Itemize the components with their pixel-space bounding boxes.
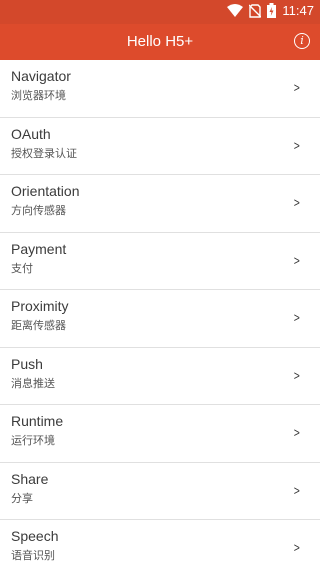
list-item[interactable]: Speech 语音识别 > (0, 520, 320, 570)
list-item-subtitle: 分享 (11, 492, 33, 505)
list-item[interactable]: Push 消息推送 > (0, 347, 320, 405)
list-item-title: Speech (11, 528, 59, 544)
chevron-right-icon: > (294, 80, 301, 95)
list-item-subtitle: 支付 (11, 262, 33, 275)
chevron-right-icon: > (294, 540, 301, 555)
list-item-subtitle: 距离传感器 (11, 320, 66, 332)
chevron-right-icon: > (294, 252, 301, 268)
list-item-subtitle: 授权登录认证 (11, 147, 77, 160)
list-item-title: Navigator (11, 68, 71, 84)
no-sim-icon (249, 3, 262, 18)
list-item-title: OAuth (11, 125, 51, 142)
list-item-title: Push (11, 355, 43, 372)
list-item-title: Share (11, 470, 49, 487)
list-item-subtitle: 浏览器环境 (11, 90, 66, 102)
list-item-title: Orientation (11, 183, 80, 199)
list-item[interactable]: Payment 支付 > (0, 232, 320, 290)
status-icons: 11:47 (227, 3, 314, 18)
list-item[interactable]: Proximity 距离传感器 > (0, 290, 320, 348)
app-header: Hello H5+ i (0, 24, 320, 60)
page-title: Hello H5+ (126, 33, 194, 50)
list-item-subtitle: 消息推送 (11, 377, 55, 390)
chevron-right-icon: > (294, 310, 301, 325)
list-item-title: Proximity (11, 298, 69, 314)
list-item[interactable]: Navigator 浏览器环境 > (0, 60, 320, 118)
list-item[interactable]: Runtime 运行环境 > (0, 405, 320, 463)
list-item[interactable]: OAuth 授权登录认证 > (0, 117, 320, 175)
chevron-right-icon: > (294, 482, 301, 498)
chevron-right-icon: > (294, 137, 301, 153)
battery-charging-icon (267, 3, 277, 18)
list-item-subtitle: 语音识别 (11, 550, 55, 562)
list-item-title: Runtime (11, 413, 64, 429)
list-item-title: Payment (11, 240, 67, 257)
api-list: Navigator 浏览器环境 > OAuth 授权登录认证 > Orienta… (0, 60, 320, 570)
list-item[interactable]: Orientation 方向传感器 > (0, 175, 320, 233)
list-item-subtitle: 运行环境 (11, 435, 55, 447)
chevron-right-icon: > (294, 367, 301, 383)
list-item-subtitle: 方向传感器 (11, 205, 66, 217)
info-icon[interactable]: i (294, 33, 310, 49)
chevron-right-icon: > (294, 425, 301, 440)
status-bar: 11:47 (0, 0, 320, 24)
wifi-icon (227, 4, 244, 17)
list-item[interactable]: Share 分享 > (0, 462, 320, 520)
chevron-right-icon: > (294, 195, 301, 210)
status-time: 11:47 (282, 3, 314, 18)
